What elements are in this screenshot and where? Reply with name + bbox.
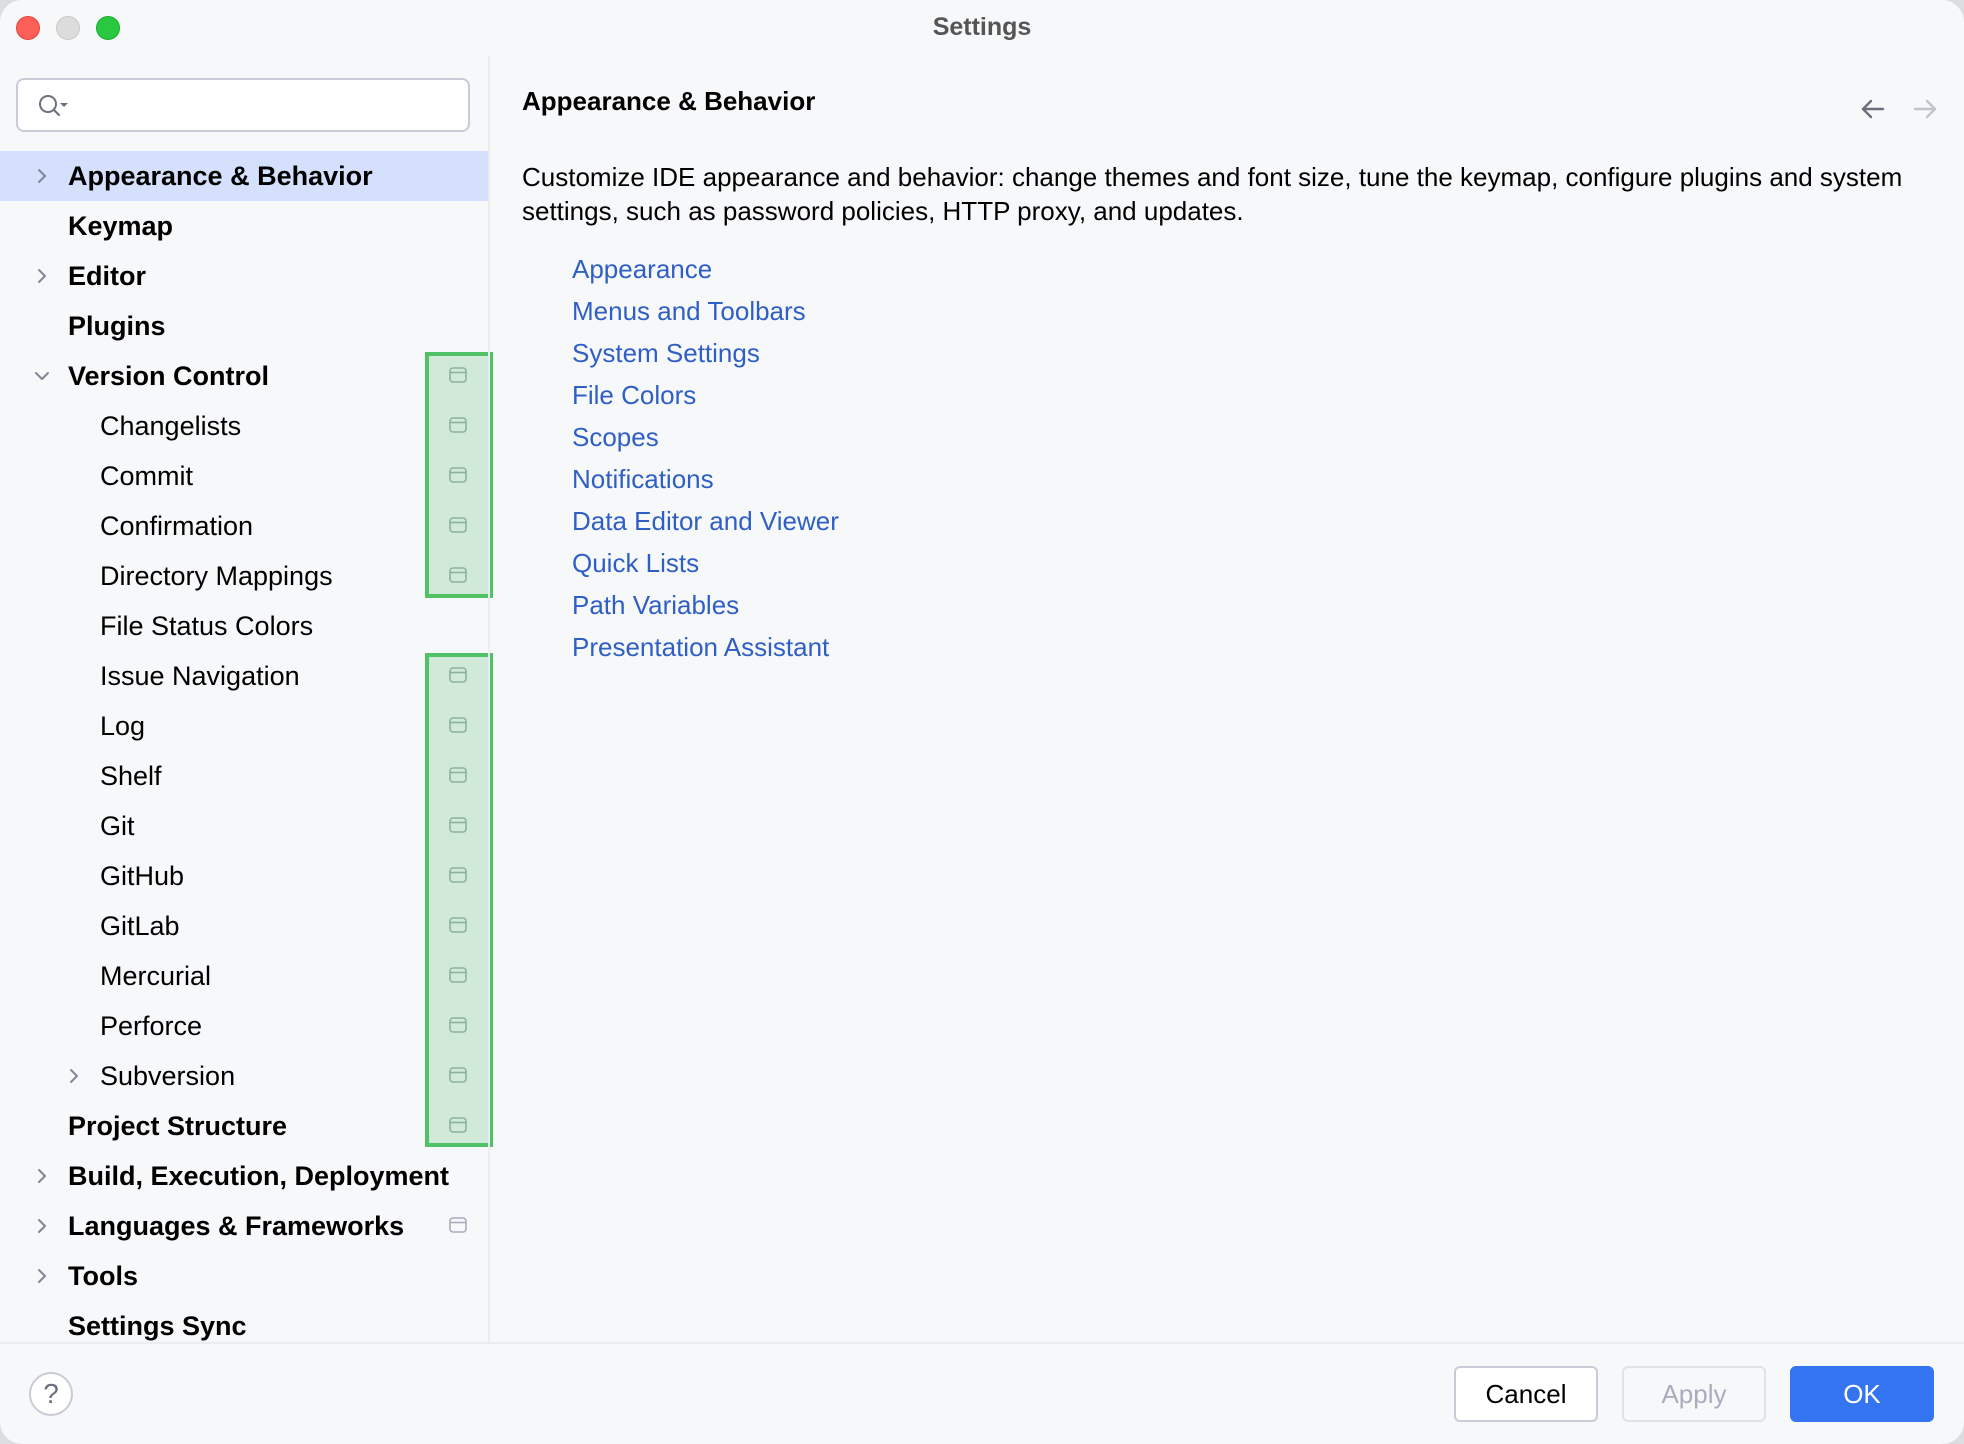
subpage-link[interactable]: Notifications [572, 458, 839, 500]
tree-item-label: Tools [68, 1261, 138, 1291]
page-description: Customize IDE appearance and behavior: c… [522, 162, 1903, 226]
tree-item-label: GitLab [100, 911, 180, 941]
subpage-link[interactable]: Scopes [572, 416, 839, 458]
tree-item-label: Editor [68, 261, 146, 291]
project-level-highlight [425, 352, 493, 598]
chevron-right-icon[interactable] [30, 264, 54, 288]
tree-item[interactable]: Languages & Frameworks [0, 1201, 488, 1251]
tree-item-label: Shelf [100, 761, 162, 791]
tree-item[interactable]: GitHub [0, 851, 488, 901]
tree-item-label: Changelists [100, 411, 242, 441]
subpage-link[interactable]: Presentation Assistant [572, 626, 839, 668]
tree-item[interactable]: GitLab [0, 901, 488, 951]
settings-tree: Appearance & Behavior Keymap Editor Plugins… [0, 151, 488, 1351]
tree-item-label: GitHub [100, 861, 185, 891]
help-button[interactable]: ? [29, 1372, 73, 1416]
subpage-link[interactable]: File Colors [572, 374, 839, 416]
back-arrow-icon[interactable] [1858, 94, 1888, 124]
tree-item[interactable]: Editor [0, 251, 488, 301]
tree-item-label: Keymap [68, 211, 174, 241]
subpage-link[interactable]: Data Editor and Viewer [572, 500, 839, 542]
chevron-right-icon[interactable] [30, 164, 54, 188]
search-input[interactable] [82, 86, 456, 126]
tree-item[interactable]: Build, Execution, Deployment [0, 1151, 488, 1201]
tree-item-label: Plugins [68, 311, 166, 341]
tree-item[interactable]: Mercurial [0, 951, 488, 1001]
chevron-right-icon[interactable] [30, 1264, 54, 1288]
settings-window: Settings Appearance & Behavior Keymap Edit… [0, 0, 1964, 1444]
ok-button[interactable]: OK [1790, 1366, 1934, 1422]
project-level-highlight [425, 653, 493, 1147]
tree-item[interactable]: Confirmation [0, 501, 488, 551]
search-icon[interactable] [36, 92, 70, 120]
title-bar: Settings [0, 0, 1964, 56]
tree-item[interactable]: Commit [0, 451, 488, 501]
subpage-link[interactable]: Menus and Toolbars [572, 290, 839, 332]
page-title: Appearance & Behavior [522, 86, 816, 116]
tree-item-label: Commit [100, 461, 193, 491]
tree-item[interactable]: Tools [0, 1251, 488, 1301]
chevron-right-icon[interactable] [62, 1064, 86, 1088]
tree-item-label: Git [100, 811, 135, 841]
settings-content: Appearance & Behavior Customize IDE appe… [490, 56, 1964, 1342]
cancel-button[interactable]: Cancel [1454, 1366, 1598, 1422]
tree-item-label: Build, Execution, Deployment [68, 1161, 450, 1191]
tree-item-label: Log [100, 711, 146, 741]
tree-item[interactable]: Appearance & Behavior [0, 151, 488, 201]
tree-item-label: Issue Navigation [100, 661, 300, 691]
tree-item[interactable]: Directory Mappings [0, 551, 488, 601]
tree-item[interactable]: Git [0, 801, 488, 851]
tree-item[interactable]: Plugins [0, 301, 488, 351]
tree-item[interactable]: Version Control [0, 351, 488, 401]
tree-item[interactable]: Subversion [0, 1051, 488, 1101]
project-level-icon [449, 1217, 467, 1233]
subpage-link[interactable]: Quick Lists [572, 542, 839, 584]
settings-sidebar: Appearance & Behavior Keymap Editor Plugins… [0, 56, 488, 1342]
tree-item-label: Project Structure [68, 1111, 288, 1141]
tree-item[interactable]: Project Structure [0, 1101, 488, 1151]
tree-item-label: File Status Colors [100, 611, 314, 641]
tree-item-label: Perforce [100, 1011, 203, 1041]
tree-item[interactable]: Changelists [0, 401, 488, 451]
tree-item-label: Subversion [100, 1061, 236, 1091]
tree-item-label: Mercurial [100, 961, 212, 991]
tree-item[interactable]: Issue Navigation [0, 651, 488, 701]
tree-item[interactable]: File Status Colors [0, 601, 488, 651]
subpage-link[interactable]: Appearance [572, 248, 839, 290]
window-title: Settings [932, 13, 1032, 41]
tree-item[interactable]: Keymap [0, 201, 488, 251]
subpage-link[interactable]: Path Variables [572, 584, 839, 626]
chevron-right-icon[interactable] [30, 1214, 54, 1238]
tree-item-label: Directory Mappings [100, 561, 333, 591]
chevron-right-icon[interactable] [30, 1164, 54, 1188]
tree-item[interactable]: Log [0, 701, 488, 751]
settings-search[interactable] [16, 78, 470, 132]
subpage-link[interactable]: System Settings [572, 332, 839, 374]
footer-divider [0, 1342, 1964, 1344]
tree-item-label: Version Control [68, 361, 270, 391]
chevron-down-icon[interactable] [30, 364, 54, 388]
tree-item[interactable]: Shelf [0, 751, 488, 801]
subpage-links: Appearance Menus and Toolbars System Setti… [572, 248, 839, 668]
tree-item[interactable]: Perforce [0, 1001, 488, 1051]
apply-button[interactable]: Apply [1622, 1366, 1766, 1422]
tree-item-label: Confirmation [100, 511, 254, 541]
forward-arrow-icon[interactable] [1910, 94, 1940, 124]
tree-item-label: Appearance & Behavior [68, 161, 373, 191]
tree-item-label: Languages & Frameworks [68, 1211, 405, 1241]
